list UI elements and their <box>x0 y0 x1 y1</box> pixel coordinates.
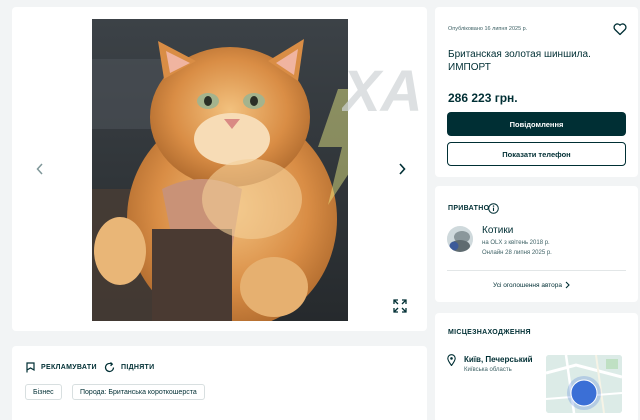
heart-icon[interactable] <box>613 22 627 36</box>
listing-price: 286 223 грн. <box>448 91 518 105</box>
svg-text:ХА: ХА <box>342 59 423 119</box>
seller-avatar-image <box>447 226 473 252</box>
location-heading: МІСЦЕЗНАХОДЖЕННЯ <box>448 329 531 336</box>
location-region: Київська область <box>464 367 512 373</box>
map-pin-icon <box>447 354 456 366</box>
seller-type-label: ПРИВАТНО <box>448 205 490 212</box>
tag-business[interactable]: Бізнес <box>25 384 62 400</box>
seller-online-status: Онлайн 28 липня 2025 р. <box>482 250 552 256</box>
divider <box>447 270 626 271</box>
promote-label: РЕКЛАМУВАТИ <box>41 364 97 371</box>
refresh-icon <box>104 362 115 373</box>
flag-icon <box>26 362 35 373</box>
seller-since: на OLX з квітень 2018 р. <box>482 240 550 246</box>
all-ads-label: Усі оголошення автора <box>493 281 562 289</box>
avatar[interactable] <box>447 226 473 252</box>
info-icon[interactable] <box>488 203 499 214</box>
next-photo-button[interactable] <box>392 159 412 179</box>
published-date: Опубліковано 16 липня 2025 р. <box>448 26 528 32</box>
chevron-right-small-icon <box>565 281 570 289</box>
listing-actions-card: РЕКЛАМУВАТИ ПІДНЯТИ Бізнес Порода: Брита… <box>12 346 427 420</box>
location-map[interactable] <box>546 355 622 413</box>
show-phone-button[interactable]: Показати телефон <box>447 142 626 166</box>
seller-card: ПРИВАТНО Котики на OLX з квітень 2018 р.… <box>435 186 638 302</box>
chevron-right-icon <box>399 163 406 175</box>
listing-title: Британская золотая шиншила. ИМПОРТ <box>448 49 591 73</box>
previous-photo-button[interactable] <box>30 159 50 179</box>
message-button[interactable]: Повідомлення <box>447 112 626 136</box>
seller-name[interactable]: Котики <box>482 225 513 236</box>
promote-button[interactable]: РЕКЛАМУВАТИ <box>26 362 97 373</box>
location-city: Київ, Печерський <box>464 355 533 364</box>
raise-button[interactable]: ПІДНЯТИ <box>104 362 154 373</box>
expand-icon[interactable] <box>393 299 407 313</box>
raise-label: ПІДНЯТИ <box>121 364 155 371</box>
tag-breed[interactable]: Порода: Британська короткошерста <box>72 384 205 400</box>
map-thumbnail <box>546 355 622 413</box>
photo-gallery: ХА <box>12 7 427 331</box>
location-card: МІСЦЕЗНАХОДЖЕННЯ Київ, Печерський Київсь… <box>435 313 638 420</box>
listing-info-card: Опубліковано 16 липня 2025 р. Британская… <box>435 7 638 177</box>
listing-photo[interactable] <box>92 19 348 321</box>
watermark-text: ХА <box>342 59 423 119</box>
watermark-logo <box>318 89 348 205</box>
all-seller-ads-link[interactable]: Усі оголошення автора <box>493 281 570 289</box>
chevron-left-icon <box>36 163 43 175</box>
